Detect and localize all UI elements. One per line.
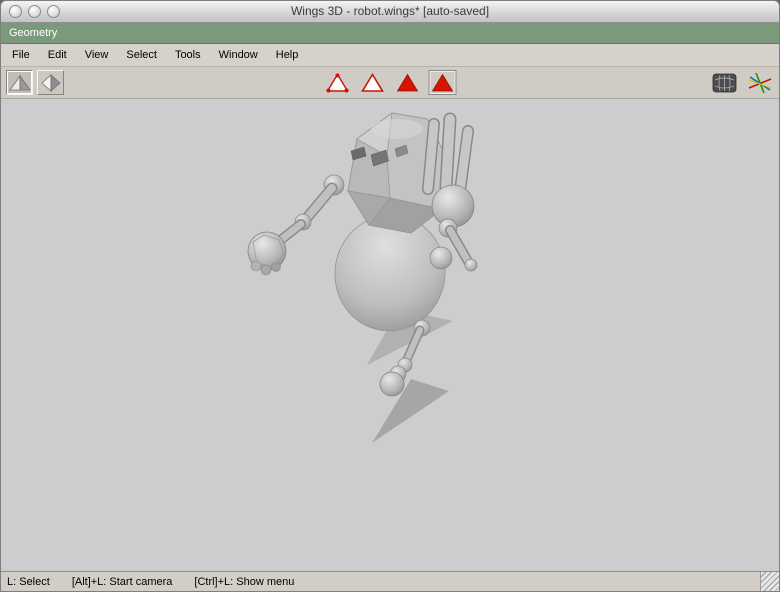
resize-grip[interactable] [760,572,779,591]
status-camera-hint: [Alt]+L: Start camera [71,575,173,588]
shading-mode-group [6,70,64,95]
menu-help[interactable]: Help [267,44,308,66]
geometry-window-header[interactable]: Geometry [1,23,779,44]
flat-shaded-cone-icon [8,74,31,90]
axes-icon [748,72,772,93]
window-title: Wings 3D - robot.wings* [auto-saved] [290,4,490,18]
statusbar: L: Select [Alt]+L: Start camera [Ctrl]+L… [1,571,779,591]
menubar: File Edit View Select Tools Window Help [1,44,779,67]
status-menu-hint: [Ctrl]+L: Show menu [194,575,295,588]
titlebar[interactable]: Wings 3D - robot.wings* [auto-saved] [1,1,779,23]
vertex-select-button[interactable] [325,71,351,94]
selection-mode-group [325,71,456,94]
smooth-shaded-cone-icon [40,73,61,92]
menu-tools[interactable]: Tools [166,44,210,66]
edge-select-button[interactable] [360,71,386,94]
menu-select[interactable]: Select [117,44,166,66]
window-controls [9,5,60,18]
edge-select-icon [361,72,384,92]
flat-shaded-button[interactable] [6,70,33,95]
menu-file[interactable]: File [3,44,39,66]
minimize-button[interactable] [28,5,41,18]
body-select-button[interactable] [429,71,456,94]
geometry-label: Geometry [9,27,58,39]
menu-edit[interactable]: Edit [39,44,76,66]
view-tools-group [712,71,773,95]
viewport-3d[interactable] [1,99,779,571]
face-select-button[interactable] [395,71,421,94]
robot-model[interactable] [1,99,779,571]
body-select-icon [431,73,454,92]
vertex-select-icon [326,73,349,93]
robot-left-arm[interactable] [247,174,345,276]
close-button[interactable] [9,5,22,18]
zoom-button[interactable] [47,5,60,18]
menu-view[interactable]: View [76,44,118,66]
wings3d-window: Wings 3D - robot.wings* [auto-saved] Geo… [0,0,780,592]
toolbar [1,67,779,99]
subdivision-preview-icon [712,73,737,92]
menu-window[interactable]: Window [210,44,267,66]
axes-button[interactable] [747,71,773,95]
status-select-hint: L: Select [7,575,50,588]
smooth-shaded-button[interactable] [37,70,64,95]
face-select-icon [396,73,419,92]
subdivision-preview-button[interactable] [712,73,737,93]
